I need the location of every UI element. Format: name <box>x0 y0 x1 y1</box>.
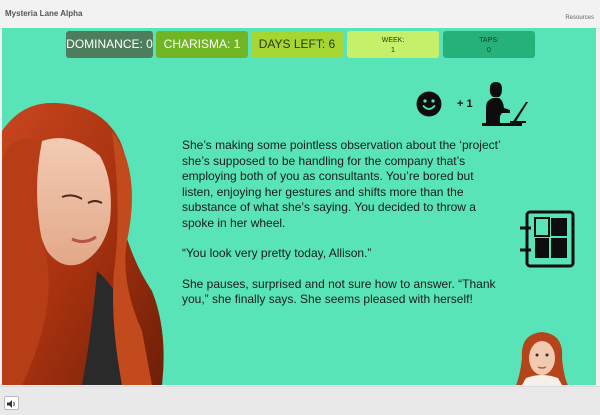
charisma-label: CHARISMA: 1 <box>163 37 241 51</box>
dominance-label: DOMINANCE: 0 <box>66 37 153 51</box>
woman-at-laptop-icon <box>482 82 528 126</box>
board-grid-icon[interactable] <box>517 208 575 270</box>
story-paragraph: She’s making some pointless observation … <box>182 138 501 230</box>
character-photo <box>2 102 164 385</box>
volume-button[interactable] <box>4 396 19 410</box>
taps-stat: TAPS: 0 <box>443 31 535 58</box>
week-stat: WEEK: 1 <box>347 31 439 58</box>
taps-label: TAPS: <box>479 37 499 44</box>
days-left-stat: DAYS LEFT: 6 <box>251 31 343 58</box>
days-left-label: DAYS LEFT: 6 <box>258 37 336 51</box>
app-title: Mysteria Lane Alpha <box>5 9 83 18</box>
resources-link[interactable]: Resources <box>565 15 594 21</box>
story-text: She’s making some pointless observation … <box>182 138 502 323</box>
taps-value: 0 <box>487 47 491 54</box>
dominance-stat: DOMINANCE: 0 <box>66 31 153 58</box>
story-paragraph: “You look very pretty today, Allison.” <box>182 246 372 260</box>
story-paragraph: She pauses, surprised and not sure how t… <box>182 276 496 307</box>
week-label: WEEK: <box>381 37 405 44</box>
reward-text: + 1 <box>457 98 473 110</box>
smiley-icon <box>416 91 442 117</box>
allison-avatar <box>516 332 568 385</box>
week-value: 1 <box>391 47 395 54</box>
title-bar: Mysteria Lane Alpha Resources <box>0 0 600 29</box>
game-stage: DOMINANCE: 0 CHARISMA: 1 DAYS LEFT: 6 WE… <box>2 28 596 385</box>
charisma-stat: CHARISMA: 1 <box>156 31 248 58</box>
speaker-icon <box>7 400 15 408</box>
bottom-bar <box>0 386 600 415</box>
